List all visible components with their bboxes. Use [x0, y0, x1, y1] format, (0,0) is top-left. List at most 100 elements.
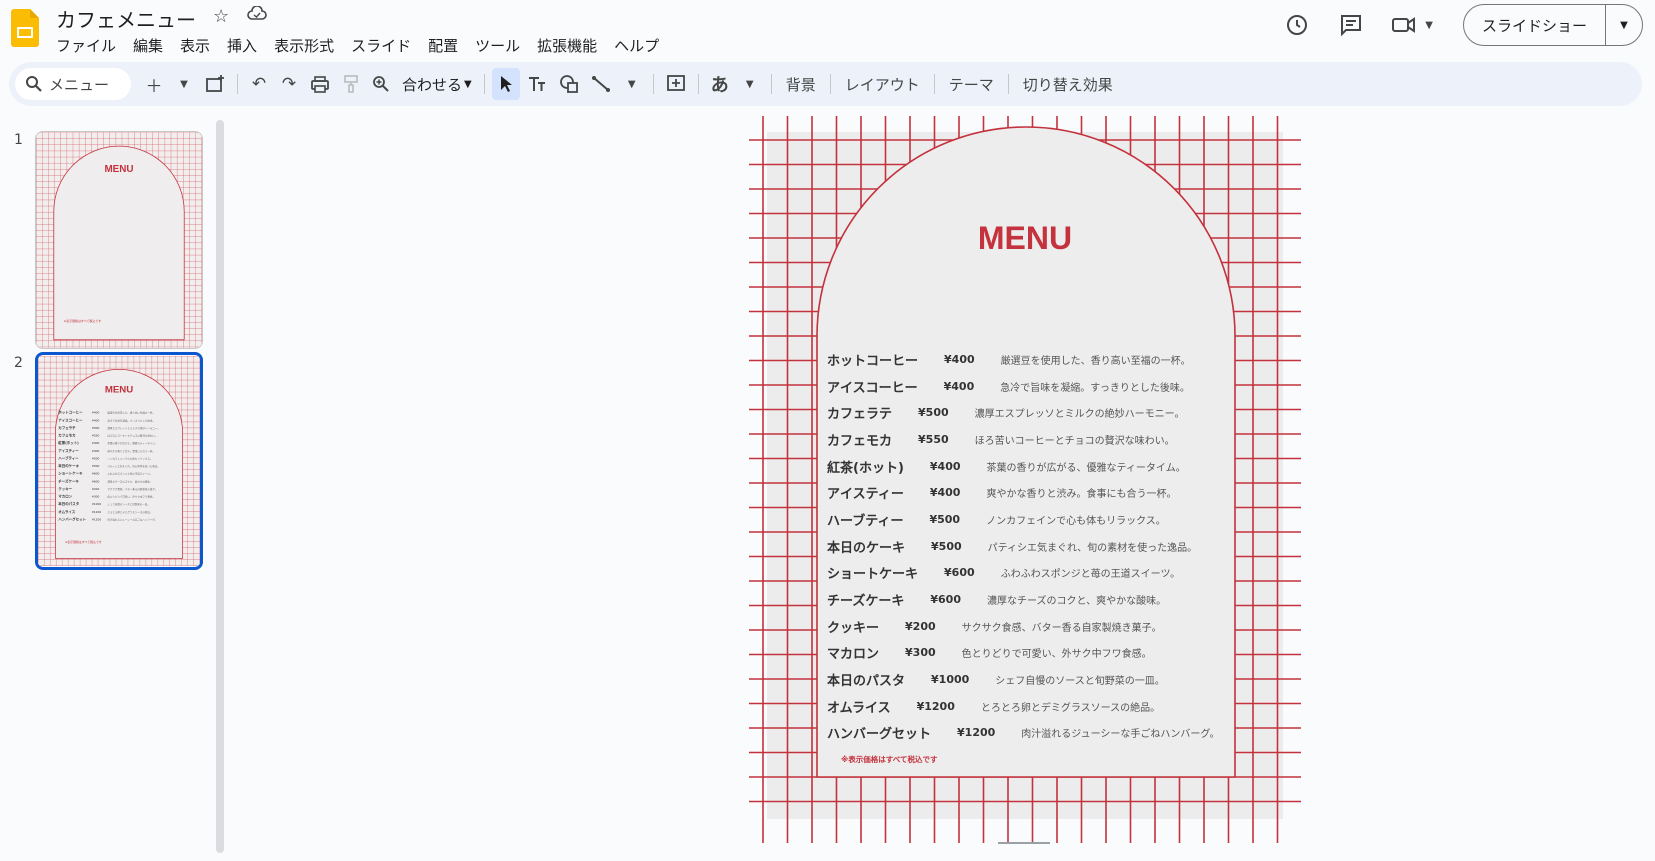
theme-button[interactable]: テーマ: [941, 74, 1002, 95]
slide-thumbnail-1[interactable]: MENU ※表示価格はすべて税込です: [35, 131, 203, 349]
menu-insert[interactable]: 挿入: [227, 35, 266, 56]
slide-thumbnail-preview: MENU ホットコーヒー ¥400 厳選豆を使用した、香り高い至福の一杯。アイスコー…: [38, 355, 200, 567]
menu-item-name: 本日のパスタ: [827, 674, 906, 690]
transition-button[interactable]: 切り替え効果: [1015, 74, 1121, 95]
thumb-item-desc: とろとろ卵とデミグラスソースの絶品。: [107, 510, 152, 514]
star-icon[interactable]: ☆: [213, 6, 229, 27]
menu-item: 本日のパスタ ¥1000 シェフ自慢のソースと旬野菜の一皿。: [827, 666, 1297, 693]
input-tools-button[interactable]: あ: [706, 68, 734, 100]
menu-slide[interactable]: スライド: [351, 35, 420, 56]
menu-extensions[interactable]: 拡張機能: [537, 35, 606, 56]
slide-thumbnail-2[interactable]: MENU ホットコーヒー ¥400 厳選豆を使用した、香り高い至福の一杯。 アイスコー…: [35, 352, 203, 570]
menu-item-name: ハンバーグセット: [827, 727, 932, 743]
menu-tools[interactable]: ツール: [475, 35, 529, 56]
menu-search-input[interactable]: [49, 75, 117, 93]
text-box-button[interactable]: [522, 68, 552, 100]
menu-search[interactable]: [15, 68, 131, 100]
thumb-item-price: ¥400: [92, 441, 99, 445]
chevron-down-icon: ▼: [464, 78, 472, 90]
input-tools-dropdown[interactable]: ▼: [736, 68, 764, 100]
menu-item-desc: 爽やかな香りと渋み。食事にも合う一杯。: [986, 489, 1177, 501]
menu-item-name: ハーブティー: [827, 513, 904, 529]
thumb-item-name: ハンバーグセット: [58, 516, 86, 521]
new-slide-dropdown[interactable]: ▼: [170, 68, 198, 100]
thumb-item-name: 本日のパスタ: [57, 501, 79, 506]
thumb-item-desc: 急冷で旨味を凝縮。すっきりとした後味。: [107, 418, 154, 422]
paint-format-button[interactable]: [337, 68, 365, 100]
thumb-item-price: ¥500: [92, 426, 99, 430]
thumb-item-desc: 厳選豆を使用した、香り高い至福の一杯。: [107, 411, 155, 415]
menu-item-name: チーズケーキ: [827, 594, 905, 610]
redo-button[interactable]: ↷: [275, 68, 303, 100]
slideshow-dropdown[interactable]: ▼: [1606, 5, 1642, 45]
menu-list[interactable]: ホットコーヒー ¥400 厳選豆を使用した、香り高い至福の一杯。 アイスコーヒー ¥40…: [827, 346, 1297, 746]
menu-item-price: ¥400: [929, 486, 961, 500]
thumb-item-desc: 爽やかな香りと渋み。食事にも合う一杯。: [107, 449, 155, 453]
line-dropdown[interactable]: ▼: [618, 68, 646, 100]
menu-item-price: ¥400: [943, 379, 975, 393]
comment-button[interactable]: [661, 68, 691, 100]
menu-item-name: ショートケーキ: [827, 567, 919, 583]
menu-item-desc: ふわふわスポンジと苺の王道スイーツ。: [1000, 569, 1181, 581]
menu-item: オムライス ¥1200 とろとろ卵とデミグラスソースの絶品。: [827, 693, 1297, 720]
thumb-item-name: カフェラテ: [58, 425, 76, 430]
menu-item-price: ¥1000: [931, 673, 970, 687]
menu-item-desc: シェフ自慢のソースと旬野菜の一皿。: [995, 676, 1165, 688]
menu-item-price: ¥550: [918, 432, 949, 446]
thumb-item-price: ¥300: [92, 495, 99, 499]
slide-number: 1: [14, 132, 23, 148]
thumb-item-desc: 色とりどりで可愛い、外サク中フワ食感。: [107, 495, 155, 499]
menu-item-price: ¥500: [929, 512, 961, 526]
thumb-item-name: オムライス: [58, 509, 75, 514]
menu-item: アイスティー ¥400 爽やかな香りと渋み。食事にも合う一杯。: [827, 479, 1297, 506]
select-tool-button[interactable]: [491, 68, 520, 100]
menu-help[interactable]: ヘルプ: [614, 35, 668, 56]
menu-item: ホットコーヒー ¥400 厳選豆を使用した、香り高い至福の一杯。: [827, 346, 1297, 373]
menu-edit[interactable]: 編集: [133, 35, 172, 56]
chevron-down-icon: ▼: [1620, 19, 1628, 31]
add-slide-icon: [206, 75, 224, 92]
background-button[interactable]: 背景: [778, 74, 824, 95]
line-button[interactable]: [586, 68, 616, 100]
toolbar-divider: [933, 74, 935, 94]
menu-item: チーズケーキ ¥600 濃厚なチーズのコクと、爽やかな酸味。: [827, 586, 1297, 613]
slide-canvas[interactable]: MENU ホットコーヒー ¥400 厳選豆を使用した、香り高い至福の一杯。 アイスコー…: [749, 116, 1301, 843]
thumb-item-desc: サクサク食感、バター香る自家製焼き菓子。: [107, 487, 157, 491]
toolbar-divider: [770, 74, 772, 94]
slideshow-button[interactable]: スライドショー: [1464, 5, 1606, 45]
document-title[interactable]: カフェメニュー: [56, 4, 196, 33]
zoom-button[interactable]: [367, 68, 395, 100]
zoom-select[interactable]: 合わせる ▼: [396, 74, 478, 95]
slide-title[interactable]: MENU: [749, 220, 1301, 257]
meet-button[interactable]: ▼: [1391, 15, 1433, 35]
slides-logo[interactable]: [11, 9, 39, 47]
thumb-item-name: ハーブティー: [58, 455, 79, 460]
chevron-down-icon: ▼: [627, 78, 636, 90]
layout-button[interactable]: レイアウト: [837, 74, 928, 95]
menu-format[interactable]: 表示形式: [274, 35, 343, 56]
tax-footnote[interactable]: ※表示価格はすべて税込です: [841, 754, 937, 765]
menu-file[interactable]: ファイル: [56, 35, 125, 56]
menu-item-desc: 濃厚エスプレッソとミルクの絶妙ハーモニー。: [974, 409, 1185, 421]
toolbar-divider: [829, 74, 831, 94]
shape-button[interactable]: [554, 68, 584, 100]
menu-item-desc: 厳選豆を使用した、香り高い至福の一杯。: [1000, 355, 1191, 367]
menu-item-desc: 急冷で旨味を凝縮。すっきりとした後味。: [1000, 382, 1190, 394]
menu-arrange[interactable]: 配置: [428, 35, 467, 56]
menu-item-name: 紅茶(ホット): [827, 460, 904, 476]
comments-icon[interactable]: [1337, 11, 1365, 39]
thumb-item-price: ¥400: [92, 449, 99, 453]
menu-item: ショートケーキ ¥600 ふわふわスポンジと苺の王道スイーツ。: [827, 560, 1297, 587]
toolbar-divider: [237, 74, 238, 94]
print-button[interactable]: [305, 68, 335, 100]
menu-view[interactable]: 表示: [180, 35, 219, 56]
cloud-status-icon[interactable]: [247, 5, 267, 27]
undo-button[interactable]: ↶: [245, 68, 273, 100]
new-slide-layout-button[interactable]: [200, 68, 230, 100]
paint-format-icon: [344, 75, 358, 93]
filmstrip-scrollbar[interactable]: [216, 120, 224, 853]
history-icon[interactable]: [1283, 11, 1311, 39]
plus-icon: ＋: [145, 76, 163, 97]
thumb-item-price: ¥1200: [92, 517, 101, 521]
new-slide-button[interactable]: ＋: [140, 68, 168, 100]
